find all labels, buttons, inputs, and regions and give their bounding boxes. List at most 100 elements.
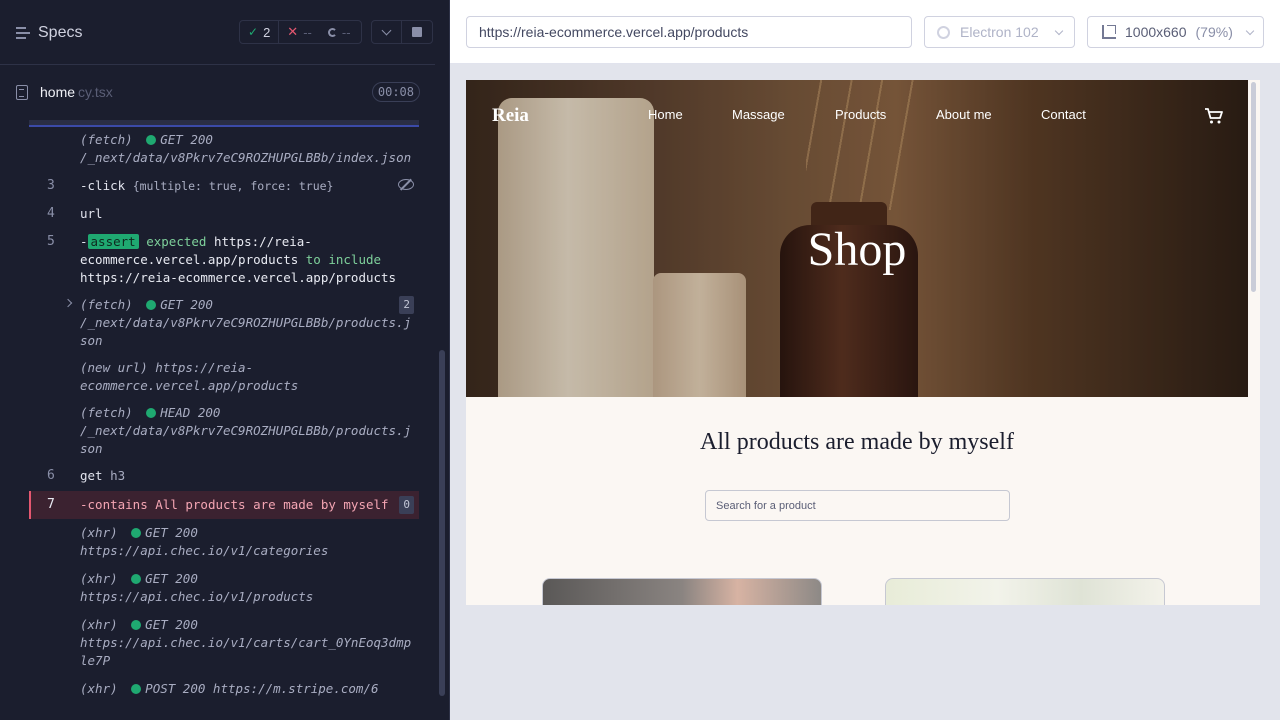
request-url: /_next/data/v8Pkrv7eC9ROZHUPGLBBb/produc…: [80, 423, 412, 456]
nav-link-about[interactable]: About me: [936, 107, 992, 122]
products-heading: All products are made by myself: [700, 429, 1014, 455]
preview-toolbar: https://reia-ecommerce.vercel.app/produc…: [450, 0, 1280, 64]
command-number: 7: [47, 497, 55, 512]
command-row[interactable]: (xhr) GET 200 https://api.chec.io/v1/cat…: [29, 524, 419, 564]
command-number: 6: [47, 468, 55, 483]
command-row[interactable]: (xhr) POST 200 https://m.stripe.com/6: [29, 680, 419, 700]
command-row[interactable]: (xhr) GET 200 https://api.chec.io/v1/car…: [29, 616, 419, 672]
reporter-scrollbar[interactable]: [439, 350, 445, 696]
nav-link-home[interactable]: Home: [648, 107, 683, 122]
pending-count: --: [341, 24, 351, 40]
event-type: (fetch): [80, 132, 133, 147]
product-card[interactable]: [885, 578, 1165, 605]
spec-file-header[interactable]: home cy.tsx 00:08: [16, 78, 420, 106]
spec-file-name: home: [40, 84, 76, 100]
check-icon: ✓: [248, 25, 259, 39]
request-method: GET 200: [160, 297, 213, 312]
nav-link-contact[interactable]: Contact: [1041, 107, 1086, 122]
expand-icon[interactable]: [63, 298, 73, 308]
failed-command-row[interactable]: 7 -contains All products are made by mys…: [29, 491, 419, 519]
chevron-down-icon: [1054, 26, 1064, 35]
electron-icon: [937, 25, 950, 39]
reporter-header: Specs ✓ 2 ✕ -- --: [0, 0, 435, 65]
command-name: -contains: [80, 497, 148, 512]
command-row[interactable]: (new url) https://reia-ecommerce.vercel.…: [29, 359, 419, 397]
failed-count: --: [303, 24, 312, 40]
specs-toggle-button[interactable]: Specs: [16, 22, 86, 44]
command-number: 3: [47, 178, 55, 193]
command-log-panel: Specs ✓ 2 ✕ -- -- home cy.tsx 00:08 (fet…: [0, 0, 450, 720]
eye-slash-icon: [398, 179, 414, 190]
request-method: HEAD 200: [160, 405, 221, 420]
spec-duration: 00:08: [371, 82, 420, 102]
command-row[interactable]: 4 url: [29, 205, 419, 225]
command-row[interactable]: 3 -click {multiple: true, force: true}: [29, 177, 419, 197]
request-url: https://api.chec.io/v1/products: [80, 589, 314, 604]
viewport-zoom: (79%): [1195, 24, 1233, 40]
command-row[interactable]: (fetch) GET 200 /_next/data/v8Pkrv7eC9RO…: [29, 131, 419, 171]
assert-row[interactable]: 5 - assert expected https://reia-ecommerc…: [29, 233, 419, 289]
command-name: url: [80, 206, 103, 221]
ruler-icon: [1102, 25, 1116, 39]
app-preview-panel: https://reia-ecommerce.vercel.app/produc…: [450, 0, 1280, 720]
status-dot: [146, 300, 157, 310]
frame-scrollbar[interactable]: [1251, 82, 1256, 292]
product-search-input[interactable]: [705, 490, 1010, 521]
spinner-icon: [327, 27, 337, 37]
command-number: 5: [47, 234, 55, 249]
x-icon: ✕: [287, 24, 299, 39]
nav-link-massage[interactable]: Massage: [732, 107, 785, 122]
spec-file-ext: cy.tsx: [78, 84, 113, 100]
cart-icon[interactable]: [1204, 107, 1224, 125]
request-method: POST 200: [145, 681, 206, 696]
event-type: (xhr): [80, 617, 118, 632]
command-row[interactable]: 6 get h3: [29, 467, 419, 487]
command-list: (fetch) GET 200 /_next/data/v8Pkrv7eC9RO…: [29, 120, 419, 720]
test-title-bar: [29, 120, 419, 127]
request-url: /_next/data/v8Pkrv7eC9ROZHUPGLBBb/index.…: [80, 150, 412, 165]
stop-icon: [412, 27, 422, 37]
command-name: -: [80, 234, 88, 249]
status-dot: [131, 528, 142, 538]
status-dot: [131, 574, 142, 584]
assert-text: to include: [305, 252, 382, 267]
app-under-test-frame: Reia Home Massage Products About me Cont…: [466, 80, 1260, 605]
passed-stat: ✓ 2: [240, 21, 280, 43]
command-name: -click: [80, 178, 126, 193]
product-card[interactable]: [542, 578, 822, 605]
file-icon: [16, 84, 28, 100]
url-bar[interactable]: https://reia-ecommerce.vercel.app/produc…: [466, 16, 912, 48]
command-row[interactable]: (fetch) GET 200 /_next/data/v8Pkrv7eC9RO…: [29, 296, 419, 352]
run-controls: [371, 20, 433, 44]
status-dot: [131, 620, 142, 630]
passed-count: 2: [263, 24, 271, 40]
event-type: (fetch): [80, 297, 133, 312]
command-row[interactable]: (fetch) HEAD 200 /_next/data/v8Pkrv7eC9R…: [29, 404, 419, 460]
event-type: (new url): [80, 360, 148, 375]
test-stats: ✓ 2 ✕ -- --: [239, 20, 362, 44]
viewport-size: 1000x660: [1125, 24, 1187, 40]
browser-selector[interactable]: Electron 102: [924, 16, 1075, 48]
stop-button[interactable]: [402, 21, 432, 43]
command-row[interactable]: (xhr) GET 200 https://api.chec.io/v1/pro…: [29, 570, 419, 610]
command-message: All products are made by myself: [155, 497, 389, 512]
browser-label: Electron 102: [960, 24, 1039, 40]
request-count-badge: 2: [399, 296, 414, 314]
event-type: (xhr): [80, 681, 118, 696]
status-dot: [131, 684, 142, 694]
command-number: 4: [47, 206, 55, 221]
request-method: GET 200: [145, 571, 198, 586]
site-logo[interactable]: Reia: [492, 105, 529, 127]
viewport-selector[interactable]: 1000x660 (79%): [1087, 16, 1264, 48]
request-url: https://api.chec.io/v1/carts/cart_0YnEoq…: [80, 635, 412, 668]
chevron-down-icon: [1245, 26, 1255, 35]
command-message: h3: [110, 468, 126, 483]
nav-link-products[interactable]: Products: [835, 107, 886, 122]
request-url: https://m.stripe.com/6: [212, 681, 379, 696]
request-method: GET 200: [145, 617, 198, 632]
assert-badge: assert: [87, 234, 139, 249]
failed-stat: ✕ --: [279, 21, 320, 43]
auto-scroll-button[interactable]: [372, 21, 403, 43]
request-method: GET 200: [145, 525, 198, 540]
element-count-badge: 0: [399, 496, 414, 514]
